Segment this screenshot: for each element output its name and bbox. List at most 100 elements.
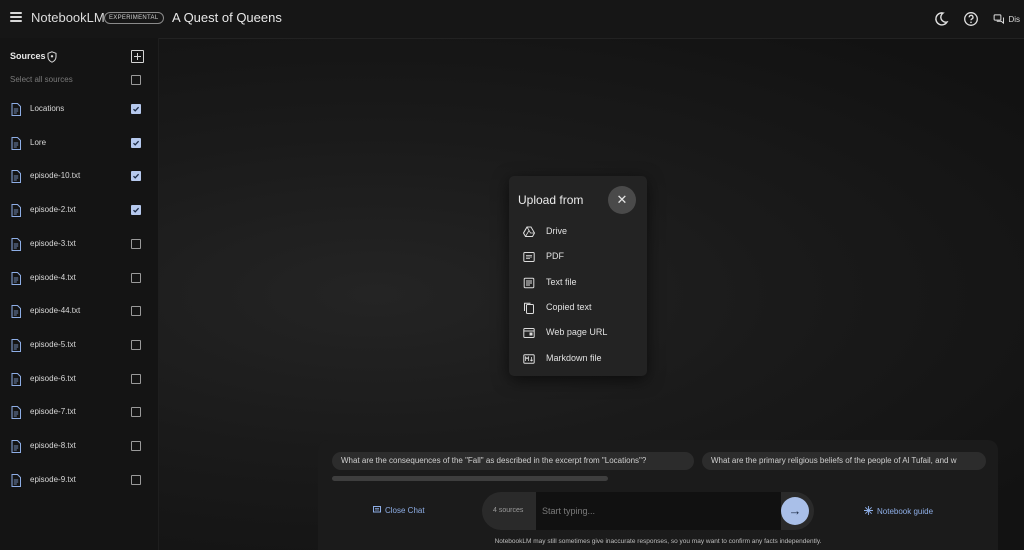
source-checkbox[interactable] <box>131 238 141 249</box>
markdown-icon <box>523 352 535 364</box>
discussion-label: Dis <box>1008 14 1020 24</box>
source-checkbox[interactable] <box>131 272 141 283</box>
document-icon <box>11 271 21 285</box>
source-checkbox[interactable] <box>131 373 141 384</box>
app-name: NotebookLM <box>31 10 105 25</box>
source-label: episode-8.txt <box>30 441 76 450</box>
source-checkbox[interactable] <box>131 339 141 350</box>
source-label: Lore <box>30 137 47 147</box>
source-checkbox[interactable] <box>131 205 141 216</box>
top-bar: NotebookLM EXPERIMENTAL A Quest of Queen… <box>0 0 1024 39</box>
help-icon[interactable] <box>963 11 979 27</box>
source-checkbox[interactable] <box>131 407 141 418</box>
pdf-icon <box>523 250 535 263</box>
source-item[interactable]: episode-2.txt <box>0 201 158 221</box>
source-checkbox[interactable] <box>131 306 141 317</box>
chat-bubbles-icon <box>994 14 1005 25</box>
close-icon[interactable]: ✕ <box>608 186 636 214</box>
shield-icon[interactable] <box>47 51 57 63</box>
document-icon <box>11 406 21 420</box>
text-file-icon <box>523 276 535 288</box>
source-label: episode-9.txt <box>30 474 76 484</box>
suggestion-chip[interactable]: What are the consequences of the "Fall" … <box>332 452 694 470</box>
upload-option-label: Copied text <box>546 301 592 312</box>
source-checkbox[interactable] <box>131 137 141 148</box>
source-checkbox[interactable] <box>131 441 141 451</box>
source-item[interactable]: episode-9.txt <box>0 471 158 491</box>
select-all-checkbox[interactable] <box>131 75 141 85</box>
source-item[interactable]: episode-10.txt <box>0 167 158 187</box>
upload-option-text-file[interactable]: Text file <box>519 274 641 292</box>
document-icon <box>11 170 21 184</box>
menu-icon[interactable] <box>10 12 22 22</box>
dark-mode-icon[interactable] <box>933 11 949 27</box>
send-button[interactable]: → <box>781 497 809 525</box>
upload-option-label: PDF <box>546 251 564 262</box>
select-all-label: Select all sources <box>10 75 73 84</box>
source-label: episode-5.txt <box>30 339 76 349</box>
upload-dialog: Upload from ✕ Drive PDF Text file Copied te… <box>509 176 647 376</box>
source-count[interactable]: 4 sources <box>493 507 523 514</box>
source-label: episode-6.txt <box>30 373 76 383</box>
source-item[interactable]: episode-7.txt <box>0 403 158 423</box>
experimental-badge: EXPERIMENTAL <box>104 12 164 24</box>
source-label: episode-4.txt <box>30 272 76 282</box>
source-label: episode-7.txt <box>30 407 76 417</box>
source-checkbox[interactable] <box>131 104 141 114</box>
source-item[interactable]: episode-4.txt <box>0 269 158 289</box>
upload-option-label: Markdown file <box>546 352 602 363</box>
document-icon <box>11 204 21 218</box>
upload-option-drive[interactable]: Drive <box>519 223 641 241</box>
source-label: episode-44.txt <box>30 306 81 316</box>
notebook-title[interactable]: A Quest of Queens <box>172 10 282 25</box>
upload-option-label: Text file <box>546 276 577 287</box>
web-page-icon <box>523 326 535 339</box>
drive-icon <box>522 225 536 237</box>
upload-option-label: Web page URL <box>546 327 608 338</box>
suggestion-chip[interactable]: What are the primary religious beliefs o… <box>702 452 986 470</box>
source-checkbox[interactable] <box>131 474 141 485</box>
close-chat-button[interactable]: Close Chat <box>373 506 425 515</box>
source-item[interactable]: episode-5.txt <box>0 336 158 356</box>
document-icon <box>11 372 21 386</box>
upload-option-pdf[interactable]: PDF <box>519 248 641 266</box>
source-label: episode-2.txt <box>30 205 76 215</box>
source-label: episode-3.txt <box>30 238 76 248</box>
source-item[interactable]: Lore <box>0 134 158 154</box>
discussion-button[interactable]: Dis <box>993 13 1020 25</box>
document-icon <box>11 338 21 352</box>
source-label: Locations <box>30 104 65 113</box>
copy-icon <box>523 301 535 314</box>
source-item[interactable]: episode-6.txt <box>0 370 158 390</box>
add-source-button[interactable] <box>131 50 144 63</box>
upload-option-label: Drive <box>546 226 568 236</box>
sources-heading: Sources <box>10 51 46 61</box>
source-item[interactable]: episode-8.txt <box>0 437 158 457</box>
notebook-guide-label: Notebook guide <box>877 507 934 516</box>
notebook-guide-button[interactable]: Notebook guide <box>864 506 933 516</box>
document-icon <box>11 237 21 251</box>
document-icon <box>11 305 21 319</box>
document-icon <box>11 136 21 150</box>
source-item[interactable]: episode-44.txt <box>0 302 158 322</box>
document-icon <box>11 440 21 453</box>
chat-icon <box>373 506 381 513</box>
upload-dialog-title: Upload from <box>518 193 584 207</box>
source-checkbox[interactable] <box>131 171 141 182</box>
source-item[interactable]: Locations <box>0 100 158 120</box>
upload-option-markdown-file[interactable]: Markdown file <box>519 350 641 368</box>
source-item[interactable]: episode-3.txt <box>0 235 158 255</box>
sources-sidebar: Sources Select all sources Locations Lore… <box>0 38 159 550</box>
suggestions-scrollbar[interactable] <box>332 476 608 481</box>
close-chat-label: Close Chat <box>385 506 425 515</box>
source-label: episode-10.txt <box>30 171 81 181</box>
chat-input-group: 4 sources → <box>482 492 814 530</box>
upload-option-copied-text[interactable]: Copied text <box>519 299 641 317</box>
upload-option-web-page-url[interactable]: Web page URL <box>519 324 641 342</box>
sparkle-icon <box>864 506 873 515</box>
chat-input[interactable] <box>536 492 781 530</box>
chat-panel: What are the consequences of the "Fall" … <box>318 440 998 550</box>
disclaimer-text: NotebookLM may still sometimes give inac… <box>494 538 822 545</box>
document-icon <box>11 103 21 116</box>
document-icon <box>11 473 21 487</box>
